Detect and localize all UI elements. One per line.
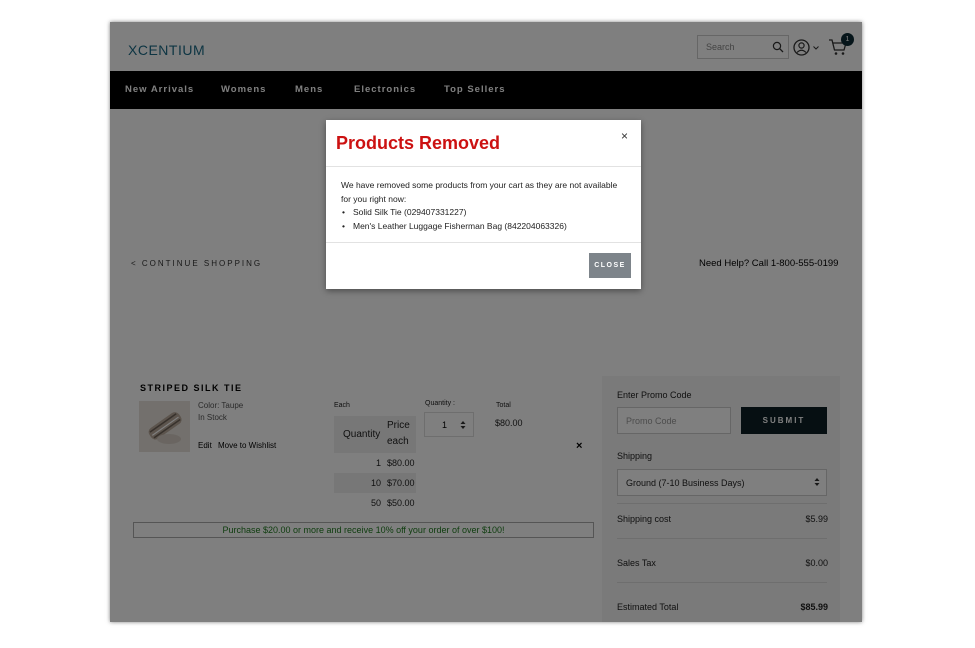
products-removed-dialog: Products Removed × We have removed some …	[326, 120, 641, 289]
removed-products-list: Solid Silk Tie (029407331227) Men's Leat…	[341, 206, 626, 233]
dialog-message: We have removed some products from your …	[341, 180, 618, 204]
divider	[326, 166, 641, 167]
dialog-title: Products Removed	[336, 133, 501, 153]
modal-backdrop[interactable]	[110, 22, 862, 622]
divider	[326, 242, 641, 243]
list-item: Solid Silk Tie (029407331227)	[341, 206, 626, 220]
dialog-body: We have removed some products from your …	[341, 179, 626, 233]
close-icon[interactable]: ×	[621, 129, 628, 143]
browser-viewport: XCENTIUM 1 New Arrivals Womens Mens Elec…	[110, 22, 862, 622]
list-item: Men's Leather Luggage Fisherman Bag (842…	[341, 220, 626, 234]
close-button[interactable]: CLOSE	[589, 253, 631, 278]
